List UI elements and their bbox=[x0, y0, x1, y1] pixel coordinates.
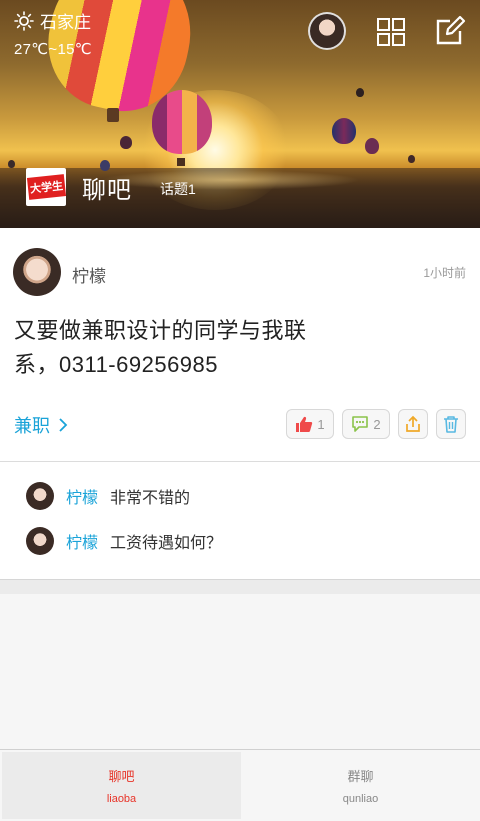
user-avatar[interactable] bbox=[308, 12, 346, 50]
post-tag-label: 兼职 bbox=[14, 416, 50, 436]
comment-count: 2 bbox=[373, 416, 381, 432]
balloon-small bbox=[356, 88, 364, 97]
like-button[interactable]: 1 bbox=[286, 409, 334, 439]
balloon-medium bbox=[152, 90, 212, 154]
delete-button[interactable] bbox=[436, 409, 466, 439]
post-card: 柠檬 1小时前 又要做兼职设计的同学与我联系，0311-69256985 兼职 … bbox=[0, 228, 480, 461]
tab-sublabel: qunliao bbox=[342, 793, 379, 805]
temperature: 27℃~15℃ bbox=[14, 41, 92, 58]
tab-qunliao[interactable]: 群聊 qunliao bbox=[241, 750, 480, 821]
balloon-basket bbox=[177, 158, 185, 166]
post-content: 又要做兼职设计的同学与我联系，0311-69256985 bbox=[14, 318, 307, 377]
tab-label: 聊吧 bbox=[108, 769, 135, 784]
commenter-name[interactable]: 柠檬 bbox=[66, 484, 98, 508]
post-author-avatar[interactable] bbox=[13, 248, 61, 296]
tab-liaoba[interactable]: 聊吧 liaoba bbox=[2, 752, 241, 819]
comment-icon bbox=[352, 416, 369, 432]
weather-widget[interactable]: 石家庄 27℃~15℃ bbox=[14, 8, 92, 58]
brand-bar: 大学生 聊吧 话题1 bbox=[26, 168, 196, 206]
brand-logo: 大学生 bbox=[26, 168, 66, 206]
divider bbox=[0, 579, 480, 594]
commenter-avatar[interactable] bbox=[26, 527, 54, 555]
sun-icon bbox=[14, 10, 34, 31]
thumbs-up-icon bbox=[296, 416, 313, 432]
balloon-small bbox=[8, 160, 15, 168]
list-item[interactable]: 柠檬 工资待遇如何？ bbox=[26, 527, 222, 555]
post-tag-link[interactable]: 兼职 bbox=[14, 412, 68, 438]
share-button[interactable] bbox=[398, 409, 428, 439]
tab-sublabel: liaoba bbox=[106, 793, 137, 805]
header-banner: 石家庄 27℃~15℃ 大学生 聊吧 话题1 bbox=[0, 0, 480, 228]
empty-feed-area bbox=[0, 594, 480, 749]
post-author-name[interactable]: 柠檬 bbox=[72, 262, 106, 287]
comment-text: 工资待遇如何？ bbox=[110, 535, 223, 552]
comment-button[interactable]: 2 bbox=[342, 409, 390, 439]
commenter-name[interactable]: 柠檬 bbox=[66, 529, 98, 553]
share-icon bbox=[406, 415, 420, 432]
comment-text: 非常不错的 bbox=[110, 490, 191, 507]
list-item[interactable]: 柠檬 非常不错的 bbox=[26, 482, 190, 510]
bottom-tab-bar: 聊吧 liaoba 群聊 qunliao bbox=[0, 749, 480, 821]
commenter-avatar[interactable] bbox=[26, 482, 54, 510]
balloon-small bbox=[120, 136, 132, 149]
grid-icon[interactable] bbox=[376, 17, 406, 47]
comment-list: 柠檬 非常不错的 柠檬 工资待遇如何？ bbox=[0, 462, 480, 580]
trash-icon bbox=[444, 416, 458, 433]
like-count: 1 bbox=[317, 416, 325, 432]
balloon-small bbox=[408, 155, 415, 163]
section-title: 聊吧 bbox=[82, 176, 132, 204]
balloon-small bbox=[332, 118, 356, 144]
edit-icon[interactable] bbox=[434, 15, 466, 47]
city-name: 石家庄 bbox=[40, 13, 91, 32]
balloon-small bbox=[365, 138, 379, 154]
topic-count: 话题1 bbox=[160, 181, 196, 197]
balloon-basket bbox=[107, 108, 119, 122]
post-time: 1小时前 bbox=[423, 266, 466, 280]
chevron-right-icon bbox=[59, 418, 68, 432]
tab-label: 群聊 bbox=[347, 769, 374, 784]
